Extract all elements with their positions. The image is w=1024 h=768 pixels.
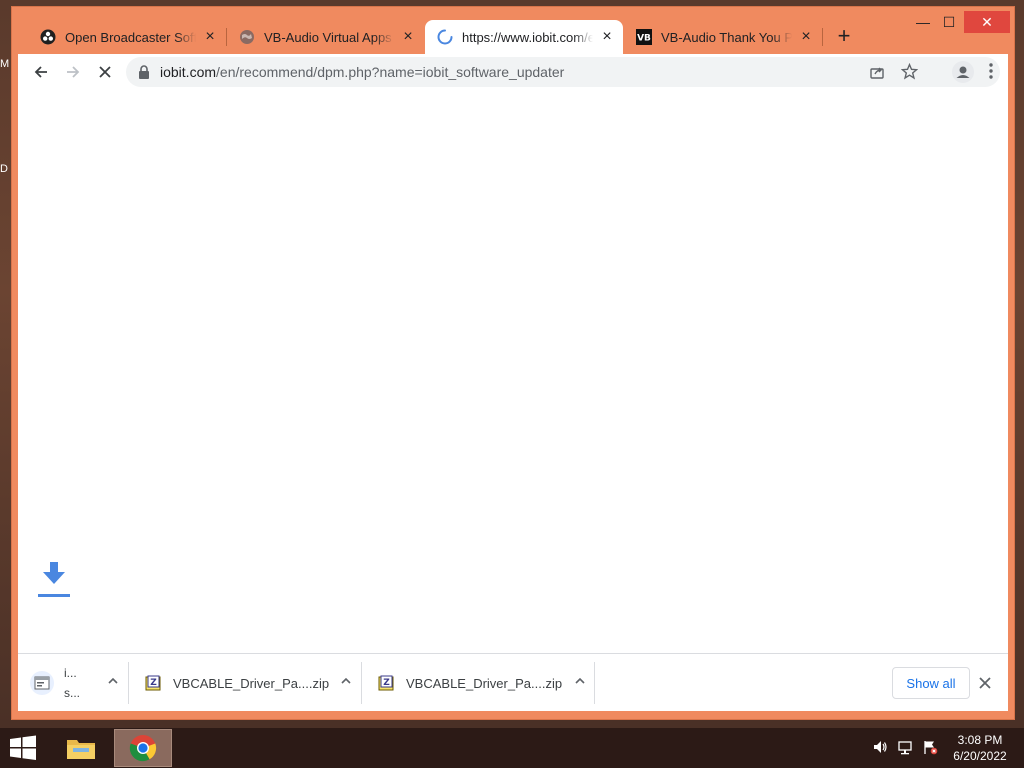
desktop-icon-label[interactable]: M — [0, 58, 9, 70]
tab-title: https://www.iobit.com/en/recommend — [462, 29, 593, 45]
address-bar[interactable]: iobit.com/en/recommend/dpm.php?name=iobi… — [126, 57, 1000, 87]
share-icon[interactable] — [869, 64, 885, 83]
zip-file-icon: Z — [144, 674, 162, 692]
clock-date: 6/20/2022 — [953, 749, 1007, 763]
obs-icon — [40, 29, 56, 45]
download-shelf: i... s... Z VBCABLE_Driver_Pa....zip Z V… — [18, 653, 1008, 711]
close-icon[interactable] — [976, 674, 994, 692]
taskbar: 3:08 PM 6/20/2022 — [0, 728, 1024, 768]
kebab-menu-icon[interactable] — [989, 63, 993, 82]
back-arrow-icon[interactable] — [27, 58, 55, 86]
download-item[interactable]: Z VBCABLE_Driver_Pa....zip — [144, 654, 362, 712]
tab-separator — [822, 28, 823, 46]
download-filename: VBCABLE_Driver_Pa....zip — [173, 675, 330, 691]
chevron-up-icon[interactable] — [104, 674, 122, 692]
download-progress-underline — [38, 594, 70, 597]
tab-close-icon[interactable]: × — [202, 29, 218, 45]
stop-loading-icon[interactable] — [91, 58, 119, 86]
tab-title: VB-Audio Thank You Page — [661, 29, 792, 45]
download-item[interactable]: i... s... — [30, 654, 130, 712]
url-text: iobit.com/en/recommend/dpm.php?name=iobi… — [160, 64, 564, 80]
download-item[interactable]: Z VBCABLE_Driver_Pa....zip — [377, 654, 595, 712]
svg-text:Z: Z — [150, 678, 157, 688]
star-icon[interactable] — [900, 62, 919, 83]
browser-window: Open Broadcaster Software × VB-Audio Vir… — [11, 6, 1015, 720]
maximize-button[interactable]: ☐ — [934, 11, 964, 33]
download-filename: VBCABLE_Driver_Pa....zip — [406, 675, 563, 691]
windows-start-icon[interactable] — [8, 734, 40, 762]
close-window-button[interactable]: ✕ — [964, 11, 1010, 33]
tab-iobit[interactable]: https://www.iobit.com/en/recommend × — [425, 20, 623, 54]
lock-icon[interactable] — [138, 65, 150, 82]
url-host: iobit.com — [160, 64, 217, 80]
svg-text:Z: Z — [383, 678, 390, 688]
url-path: /en/recommend/dpm.php?name=iobit_softwar… — [216, 64, 565, 80]
tab-close-icon[interactable]: × — [400, 29, 416, 45]
globe-icon — [239, 29, 255, 45]
tab-close-icon[interactable]: × — [599, 29, 615, 45]
action-center-flag-icon[interactable] — [922, 739, 938, 758]
clock[interactable]: 3:08 PM 6/20/2022 — [946, 732, 1014, 764]
forward-arrow-icon[interactable] — [59, 58, 87, 86]
installer-file-icon — [30, 671, 54, 695]
tab-strip: Open Broadcaster Software × VB-Audio Vir… — [12, 7, 1014, 54]
volume-icon[interactable] — [872, 739, 888, 758]
tab-title: VB-Audio Virtual Apps — [264, 29, 392, 45]
tab-close-icon[interactable]: × — [798, 29, 814, 45]
page-content — [18, 90, 1008, 653]
svg-text:VB: VB — [637, 34, 651, 44]
network-icon[interactable] — [897, 739, 913, 758]
download-separator — [361, 662, 362, 704]
download-separator — [594, 662, 595, 704]
system-tray — [872, 728, 938, 768]
chevron-up-icon[interactable] — [337, 674, 355, 692]
new-tab-button[interactable]: + — [832, 25, 856, 49]
tab-obs[interactable]: Open Broadcaster Software × — [28, 20, 226, 54]
chrome-icon[interactable] — [114, 729, 172, 767]
download-status: s... — [64, 686, 81, 700]
loading-spinner-icon — [437, 29, 453, 45]
tab-vb-audio-apps[interactable]: VB-Audio Virtual Apps × — [227, 20, 424, 54]
tab-vb-audio-thanks[interactable]: VB VB-Audio Thank You Page × — [624, 20, 822, 54]
download-arrow-icon — [36, 560, 72, 593]
tab-title: Open Broadcaster Software — [65, 29, 196, 45]
download-filename: i... — [64, 666, 77, 680]
clock-time: 3:08 PM — [957, 733, 1003, 747]
browser-toolbar: iobit.com/en/recommend/dpm.php?name=iobi… — [18, 54, 1008, 90]
chevron-up-icon[interactable] — [571, 674, 589, 692]
vb-logo-icon: VB — [636, 29, 652, 45]
file-explorer-icon[interactable] — [52, 729, 110, 767]
zip-file-icon: Z — [377, 674, 395, 692]
profile-icon[interactable] — [952, 61, 974, 86]
desktop-icon-label[interactable]: D — [0, 163, 8, 175]
download-separator — [128, 662, 129, 704]
show-all-button[interactable]: Show all — [892, 667, 970, 699]
